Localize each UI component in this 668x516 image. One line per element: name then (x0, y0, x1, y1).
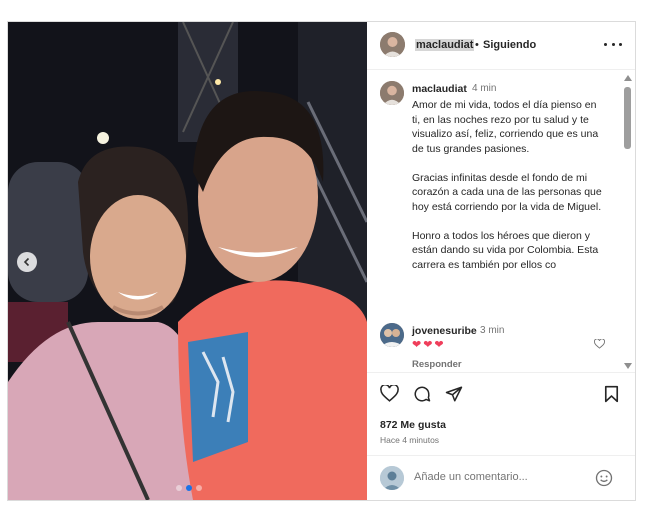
carousel-dot-active (186, 485, 192, 491)
save-bookmark-icon[interactable] (604, 385, 619, 403)
chevron-left-icon (23, 257, 30, 267)
comment-text: ❤❤❤ (412, 339, 446, 351)
add-comment-row (367, 455, 635, 501)
caption-avatar[interactable] (380, 81, 404, 105)
previous-photo-button[interactable] (17, 252, 37, 272)
comment-like-heart-icon[interactable] (594, 339, 605, 349)
comments-area[interactable]: maclaudiat 4 min Amor de mi vida, todos … (367, 71, 635, 371)
comment-reply-button[interactable]: Responder (412, 359, 462, 370)
caption-text: Amor de mi vida, todos el día pienso en … (412, 98, 607, 287)
scroll-up-arrow-icon[interactable] (624, 75, 632, 81)
selfie-illustration (8, 22, 367, 500)
header-separator: • (475, 39, 479, 51)
more-dot-icon (611, 42, 615, 46)
more-dot-icon (619, 42, 622, 46)
post-container: maclaudiat • Siguiendo maclaudiat 4 min … (7, 21, 636, 501)
more-options-button[interactable] (604, 37, 622, 51)
post-timestamp[interactable]: Hace 4 minutos (380, 435, 439, 445)
emoji-picker-icon[interactable] (595, 469, 613, 487)
post-photo[interactable] (8, 22, 367, 500)
comment-avatar[interactable] (380, 323, 404, 347)
likes-count[interactable]: 872 Me gusta (380, 419, 446, 431)
caption-time[interactable]: 4 min (472, 83, 496, 94)
caption-paragraph: Honro a todos los héroes que dieron y es… (412, 229, 599, 271)
comment-bubble-icon[interactable] (413, 385, 431, 403)
like-heart-icon[interactable] (380, 385, 399, 402)
carousel-dot (196, 485, 202, 491)
following-button[interactable]: Siguiendo (483, 39, 536, 51)
scrollbar-thumb[interactable] (624, 87, 631, 149)
author-avatar[interactable] (380, 32, 405, 57)
caption-paragraph: Gracias infinitas desde el fondo de mi c… (412, 171, 602, 213)
carousel-dot (176, 485, 182, 491)
comment-time[interactable]: 3 min (480, 325, 504, 336)
more-dot-icon (604, 42, 607, 46)
current-user-avatar (380, 466, 404, 490)
comment-username[interactable]: jovenesuribe (412, 325, 477, 337)
share-paper-plane-icon[interactable] (445, 385, 463, 403)
caption-username[interactable]: maclaudiat (412, 83, 467, 95)
caption-paragraph: Amor de mi vida, todos el día pienso en … (412, 99, 599, 155)
comments-scrollbar[interactable] (622, 71, 634, 371)
post-actions: 872 Me gusta Hace 4 minutos (367, 372, 635, 500)
carousel-dots (176, 485, 202, 491)
author-username[interactable]: maclaudiat (415, 39, 475, 51)
post-header: maclaudiat • Siguiendo (367, 22, 635, 70)
scroll-down-arrow-icon[interactable] (624, 363, 632, 369)
add-comment-input[interactable] (414, 471, 584, 483)
post-side-panel: maclaudiat • Siguiendo maclaudiat 4 min … (367, 22, 635, 500)
